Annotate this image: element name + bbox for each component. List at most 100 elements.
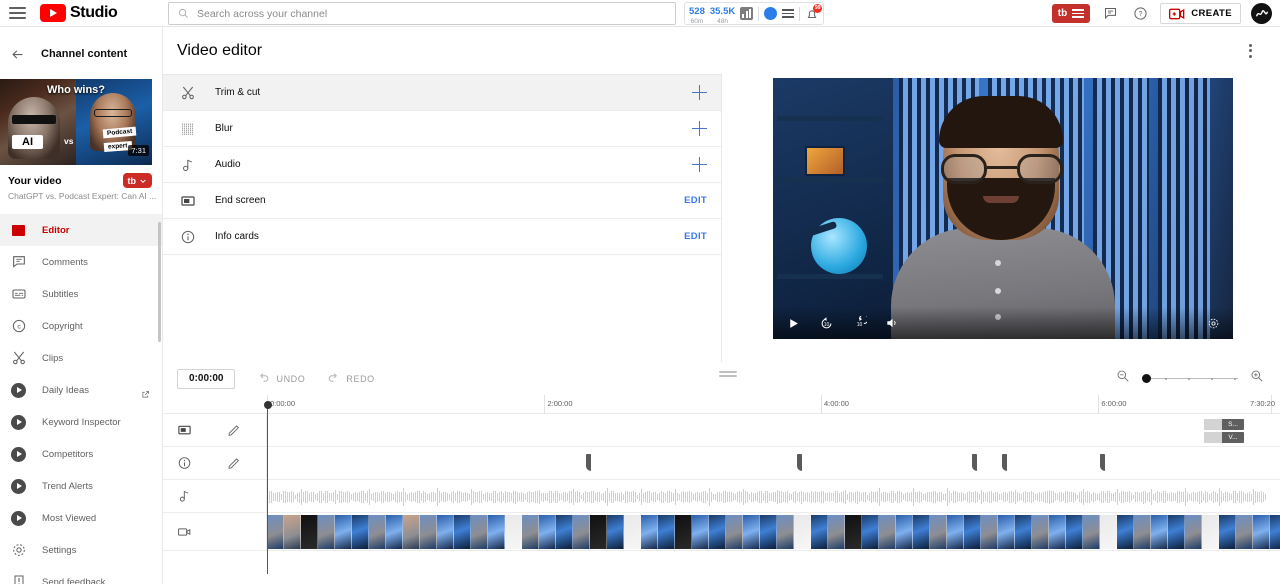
svg-text:c: c xyxy=(17,324,21,331)
info-card-marker[interactable] xyxy=(972,454,978,471)
sidebar-item-comments[interactable]: Comments xyxy=(0,246,162,278)
add-icon[interactable] xyxy=(692,85,707,100)
filmstrip-frame xyxy=(318,515,335,549)
back-to-channel-content[interactable]: Channel content xyxy=(0,37,162,71)
tool-row-blur[interactable]: Blur xyxy=(163,111,721,147)
zoom-slider[interactable] xyxy=(1142,373,1238,385)
tool-row-audio[interactable]: Audio xyxy=(163,147,721,183)
edit-link[interactable]: EDIT xyxy=(684,195,707,206)
filmstrip-frame xyxy=(760,515,777,549)
search-input[interactable] xyxy=(197,7,675,20)
filmstrip-frame xyxy=(930,515,947,549)
play-icon[interactable] xyxy=(785,315,801,331)
info-card-marker[interactable] xyxy=(796,454,802,471)
rewind-10-icon[interactable]: 10 xyxy=(818,315,834,331)
zoom-in-icon[interactable] xyxy=(1250,369,1264,388)
help-icon[interactable]: ? xyxy=(1130,4,1150,24)
sidebar-item-copyright[interactable]: c Copyright xyxy=(0,310,162,342)
add-icon[interactable] xyxy=(692,121,707,136)
svg-text:10: 10 xyxy=(823,322,829,328)
vidiq-round-icon[interactable] xyxy=(764,7,778,20)
filmstrip-frame xyxy=(386,515,403,549)
bar-chart-icon[interactable] xyxy=(740,7,754,20)
timeline-playhead[interactable] xyxy=(263,401,272,574)
ruler-label: 7:30:20 xyxy=(1249,399,1275,408)
search-bar[interactable] xyxy=(168,2,676,25)
zoom-out-icon[interactable] xyxy=(1116,369,1130,388)
filmstrip-frame xyxy=(1151,515,1168,549)
undo-icon xyxy=(260,373,269,382)
stat-value: 35.5K xyxy=(709,5,736,17)
end-screen-element[interactable]: S... xyxy=(1204,419,1245,430)
filmstrip-frame xyxy=(1219,515,1236,549)
tool-label: Trim & cut xyxy=(215,87,261,98)
external-link-icon xyxy=(141,386,150,397)
tool-row-info-cards[interactable]: Info cards EDIT xyxy=(163,219,721,255)
filmstrip-frame xyxy=(658,515,675,549)
more-options-icon[interactable] xyxy=(1243,38,1258,64)
create-button-label: CREATE xyxy=(1191,8,1232,19)
panel-resize-handle[interactable] xyxy=(719,371,737,380)
sidebar-item-label: Competitors xyxy=(42,448,94,460)
video-preview[interactable]: 10 10 xyxy=(773,78,1233,339)
divider xyxy=(758,6,760,21)
info-card-marker[interactable] xyxy=(1099,454,1105,471)
gear-icon[interactable] xyxy=(1205,315,1221,331)
add-icon[interactable] xyxy=(692,157,707,172)
studio-logo[interactable]: Studio xyxy=(40,4,118,22)
sidebar-item-send-feedback[interactable]: Send feedback xyxy=(0,566,162,584)
info-cards-track-body[interactable] xyxy=(267,447,1280,479)
zoom-slider-thumb[interactable] xyxy=(1142,374,1151,383)
create-button[interactable]: CREATE xyxy=(1160,3,1241,24)
filmstrip-frame xyxy=(896,515,913,549)
audio-track xyxy=(163,480,1280,513)
avatar[interactable] xyxy=(1251,3,1272,24)
sidebar-item-trend-alerts[interactable]: Trend Alerts xyxy=(0,470,162,502)
list-icon[interactable] xyxy=(782,9,795,18)
tool-row-end-screen[interactable]: End screen EDIT xyxy=(163,183,721,219)
redo-button[interactable]: REDO xyxy=(327,372,374,385)
pencil-icon[interactable] xyxy=(226,423,241,438)
filmstrip-frame xyxy=(267,515,284,549)
vidiq-extension-toolbar[interactable]: 528 60m 35.5K 48h 99 xyxy=(684,2,825,25)
pencil-icon[interactable] xyxy=(226,456,241,471)
info-card-marker[interactable] xyxy=(1002,454,1008,471)
video-thumbnail[interactable]: Who wins? AI vs Podcast expert 7:31 xyxy=(0,79,152,165)
sidebar-item-daily-ideas[interactable]: Daily Ideas xyxy=(0,374,162,406)
filmstrip-frame xyxy=(964,515,981,549)
edit-link[interactable]: EDIT xyxy=(684,231,707,242)
sidebar-item-settings[interactable]: Settings xyxy=(0,534,162,566)
info-icon xyxy=(177,456,192,471)
sidebar-item-clips[interactable]: Clips xyxy=(0,342,162,374)
sidebar-item-competitors[interactable]: Competitors xyxy=(0,438,162,470)
filmstrip-frame xyxy=(471,515,488,549)
forward-10-icon[interactable]: 10 xyxy=(851,315,867,331)
video-track-body[interactable] xyxy=(267,513,1280,550)
sidebar-scrollbar[interactable] xyxy=(158,222,161,342)
current-time-field[interactable]: 0:00:00 xyxy=(177,368,236,389)
alerts-icon[interactable]: 99 xyxy=(805,3,823,21)
vidiq-icon xyxy=(10,478,27,495)
audio-track-body[interactable] xyxy=(267,480,1280,512)
video-title: ChatGPT vs. Podcast Expert: Can AI ... xyxy=(8,191,157,201)
sidebar-item-editor[interactable]: Editor xyxy=(0,214,162,246)
video-filmstrip[interactable] xyxy=(267,515,1280,549)
tool-row-trim-cut[interactable]: Trim & cut xyxy=(163,75,721,111)
end-screen-element[interactable]: V... xyxy=(1204,432,1245,443)
vidiq-chip[interactable]: tb xyxy=(122,173,152,188)
tool-label: Audio xyxy=(215,159,241,170)
hamburger-icon[interactable] xyxy=(9,7,26,19)
undo-button[interactable]: UNDO xyxy=(257,372,305,385)
volume-icon[interactable] xyxy=(884,315,900,331)
sidebar-item-most-viewed[interactable]: Most Viewed xyxy=(0,502,162,534)
end-screen-track-body[interactable]: S... V... xyxy=(267,414,1280,446)
sidebar-item-label: Clips xyxy=(42,352,64,364)
info-card-marker[interactable] xyxy=(586,454,592,471)
vidiq-menu-button[interactable]: tb xyxy=(1051,4,1091,23)
sidebar-item-subtitles[interactable]: Subtitles xyxy=(0,278,162,310)
sidebar-item-keyword-inspector[interactable]: Keyword Inspector xyxy=(0,406,162,438)
ruler-label: 0:00:00 xyxy=(270,399,296,408)
feedback-icon[interactable] xyxy=(1100,4,1120,24)
timeline-ruler[interactable]: 0:00:00 2:00:00 4:00:00 6:00:00 7:30:20 xyxy=(163,395,1280,414)
filmstrip-frame xyxy=(1253,515,1270,549)
